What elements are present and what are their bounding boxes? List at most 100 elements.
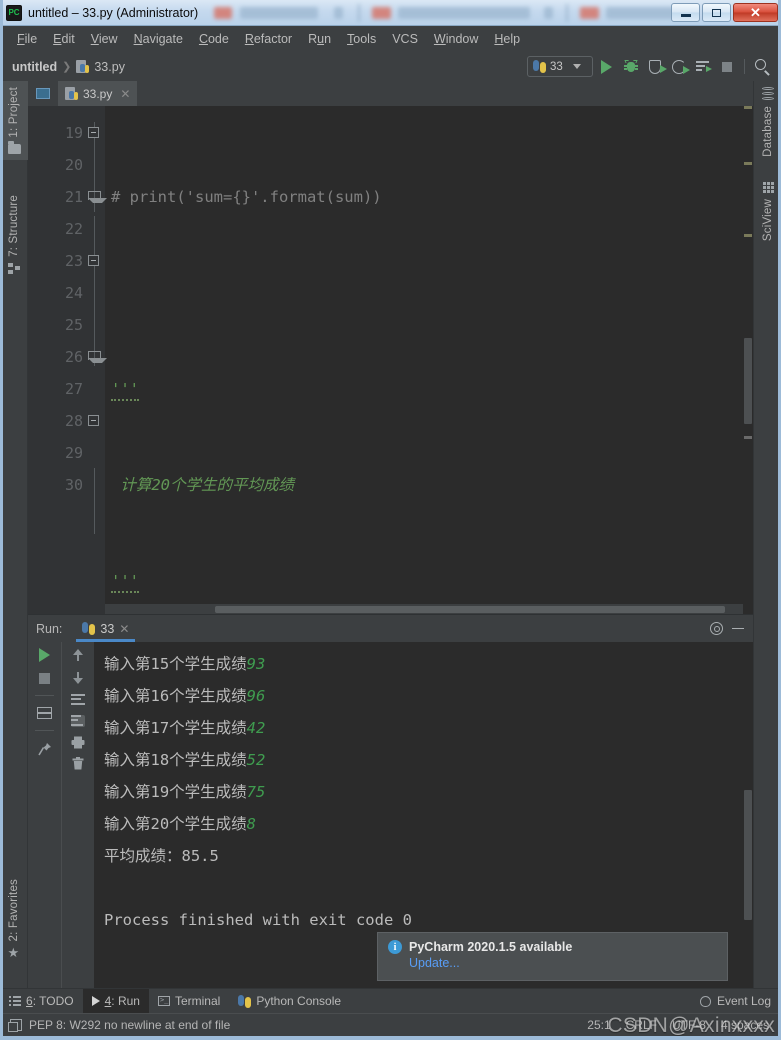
menu-vcs[interactable]: VCS [384,30,426,48]
run-configuration-selector[interactable]: 33 [527,56,593,77]
menu-navigate[interactable]: Navigate [126,30,191,48]
main-area: 1: Project 7: Structure 2: Favorites ★ D… [0,81,781,988]
breadcrumb-project[interactable]: untitled [12,60,57,74]
layout-icon[interactable] [37,707,52,719]
trash-icon[interactable] [72,757,84,770]
run-panel-header-actions [710,622,753,635]
run-with-coverage-button[interactable] [644,56,667,77]
editor-gutter[interactable] [28,106,43,614]
restore-layout-button[interactable] [28,81,58,106]
toolwindow-button-python-console[interactable]: Python Console [229,989,350,1014]
console-vscroll-thumb[interactable] [744,790,752,920]
menu-window[interactable]: Window [426,30,486,48]
fold-marker-28[interactable] [88,415,99,426]
console-vertical-scrollbar[interactable] [743,642,753,988]
run-panel-header: Run: 33 ✕ [28,615,753,642]
editor-horizontal-scrollbar[interactable] [105,604,743,614]
run-tab-33[interactable]: 33 ✕ [76,615,136,642]
inspection-message: PEP 8: W292 no newline at end of file [29,1018,231,1032]
close-run-tab-icon[interactable]: ✕ [119,622,129,636]
search-everywhere-button[interactable] [752,56,773,77]
file-encoding[interactable]: UTF-8 [672,1018,706,1032]
window-controls: ✕ [671,3,778,22]
run-with-console-icon [696,61,712,72]
structure-icon [8,262,20,274]
sidebar-item-sciview[interactable]: SciView [754,176,781,247]
rerun-icon[interactable] [39,648,50,662]
console-line: 输入第17个学生成绩42 [104,712,753,744]
menu-tools[interactable]: Tools [339,30,384,48]
database-icon [762,87,774,100]
line-number: 25 [64,316,83,334]
menu-file[interactable]: File [9,30,45,48]
menu-view[interactable]: View [83,30,126,48]
todo-label: 6: TODO [26,994,74,1008]
editor-hscroll-thumb[interactable] [215,606,725,613]
fold-marker-26[interactable] [88,351,107,363]
run-button[interactable] [596,56,617,77]
code-folding-column[interactable] [83,106,107,614]
notification-update-link[interactable]: Update... [409,956,717,970]
project-tab-label: 1: Project [8,87,20,138]
caret-position[interactable]: 25:1 [587,1018,610,1032]
down-arrow-icon[interactable] [72,671,84,685]
scroll-to-end-icon[interactable] [71,715,85,727]
maximize-button[interactable] [702,3,731,22]
minimize-icon[interactable] [732,627,744,630]
pin-icon[interactable] [37,742,52,756]
console-line: 输入第19个学生成绩75 [104,776,753,808]
toolwindow-button-todo[interactable]: 6: TODO [0,989,83,1014]
line-number: 21 [64,188,83,206]
up-arrow-icon[interactable] [72,648,84,662]
status-bar-right: 25:1 CRLF UTF-8 4 spaces [587,1018,781,1032]
stop-button[interactable] [716,56,737,77]
bottom-tool-strip: 6: TODO 4: Run Terminal Python Console E… [0,988,781,1014]
code-content[interactable]: # print('sum={}'.format(sum)) ''' 计算20个学… [105,106,753,614]
menu-run[interactable]: Run [300,30,339,48]
python-icon [533,60,546,73]
pycharm-app-icon: PC [6,4,22,21]
toolwindow-button-run[interactable]: 4: Run [82,988,149,1014]
minimize-button[interactable] [671,3,700,22]
fold-marker-21[interactable] [88,191,107,203]
background-browser-tabs [208,0,671,26]
run-with-console-button[interactable] [692,56,713,77]
sidebar-item-project[interactable]: 1: Project [0,81,28,160]
soft-wrap-icon[interactable] [71,694,85,706]
profile-button[interactable] [668,56,690,77]
stop-icon [721,61,732,72]
run-label: 4: Run [104,994,140,1008]
toolbar-divider [35,730,54,731]
console-user-input: 96 [246,687,266,705]
editor-body: 19 20 21 22 23 24 25 26 27 28 29 30 # pr… [28,106,753,614]
sidebar-item-database[interactable]: Database [754,81,781,163]
editor-tab-33py[interactable]: 33.py ✕ [58,81,138,106]
line-separator[interactable]: CRLF [626,1018,657,1032]
fold-marker-23[interactable] [88,255,99,266]
indent-setting[interactable]: 4 spaces [721,1018,769,1032]
editor-vertical-scrollbar[interactable] [743,106,753,614]
toolwindow-button-terminal[interactable]: Terminal [149,989,229,1014]
notification-balloon[interactable]: i PyCharm 2020.1.5 available Update... [377,932,728,981]
window-icon [36,88,50,99]
editor-vscroll-thumb[interactable] [744,338,752,424]
toolbar-divider [744,59,745,74]
menu-code[interactable]: Code [191,30,237,48]
run-panel-right-toolbar [61,642,94,988]
stop-icon[interactable] [39,673,50,684]
print-icon[interactable] [71,736,85,749]
menu-edit[interactable]: Edit [45,30,83,48]
debug-button[interactable] [620,56,641,77]
gear-icon[interactable] [710,622,723,635]
console-prompt: 输入第19个学生成绩 [104,783,247,801]
menu-refactor[interactable]: Refactor [237,30,300,48]
sidebar-item-favorites[interactable]: 2: Favorites ★ [0,873,28,965]
breadcrumb-file[interactable]: 33.py [94,60,125,74]
event-log-button[interactable]: Event Log [699,994,781,1008]
sidebar-item-structure[interactable]: 7: Structure [0,189,28,280]
close-tab-icon[interactable]: ✕ [120,87,130,101]
menu-help[interactable]: Help [486,30,528,48]
console-user-input: 75 [246,783,266,801]
fold-marker-19[interactable] [88,127,99,138]
close-button[interactable]: ✕ [733,3,778,22]
